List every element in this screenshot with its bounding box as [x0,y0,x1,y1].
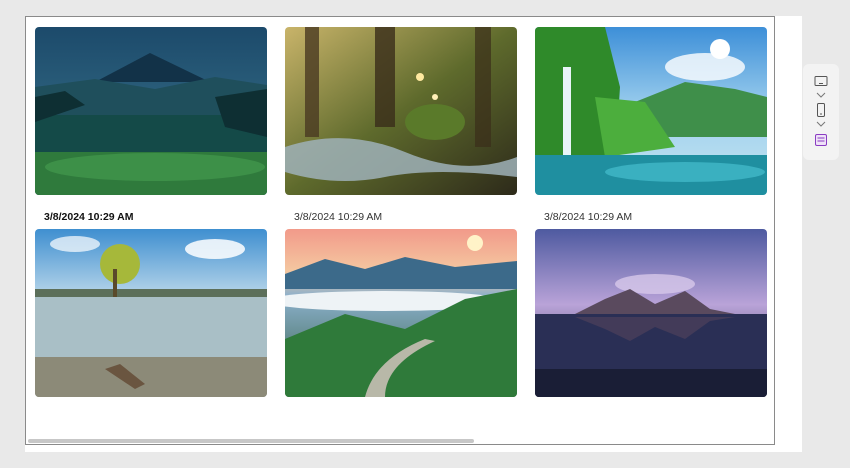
layout-icon[interactable] [812,131,830,149]
gallery-image[interactable] [535,229,767,397]
timestamp-label: 3/8/2024 10:29 AM [294,211,383,223]
chevron-down-icon[interactable] [815,91,827,99]
gallery-image[interactable] [285,27,517,195]
mountain-reflection-image [535,229,767,397]
gallery-image[interactable] [35,27,267,195]
chevron-down-icon[interactable] [815,120,827,128]
gallery[interactable]: 3/8/2024 10:29 AM 3/8/2024 10:29 AM 3/8/… [25,16,775,445]
mountain-path-sunset-image [285,229,517,397]
tablet-landscape-icon[interactable] [812,72,830,90]
volcano-night-image [35,27,267,195]
screen-size-panel [803,64,839,160]
forest-stream-image [285,27,517,195]
gallery-image[interactable] [35,229,267,397]
horizontal-scrollbar[interactable] [28,439,474,443]
gallery-image[interactable] [285,229,517,397]
timestamp-label: 3/8/2024 10:29 AM [544,211,633,223]
gallery-image[interactable] [535,27,767,195]
timestamp-label: 3/8/2024 10:29 AM [44,211,134,223]
phone-portrait-icon[interactable] [812,101,830,119]
lake-tree-image [35,229,267,397]
waterfall-lagoon-image [535,27,767,195]
